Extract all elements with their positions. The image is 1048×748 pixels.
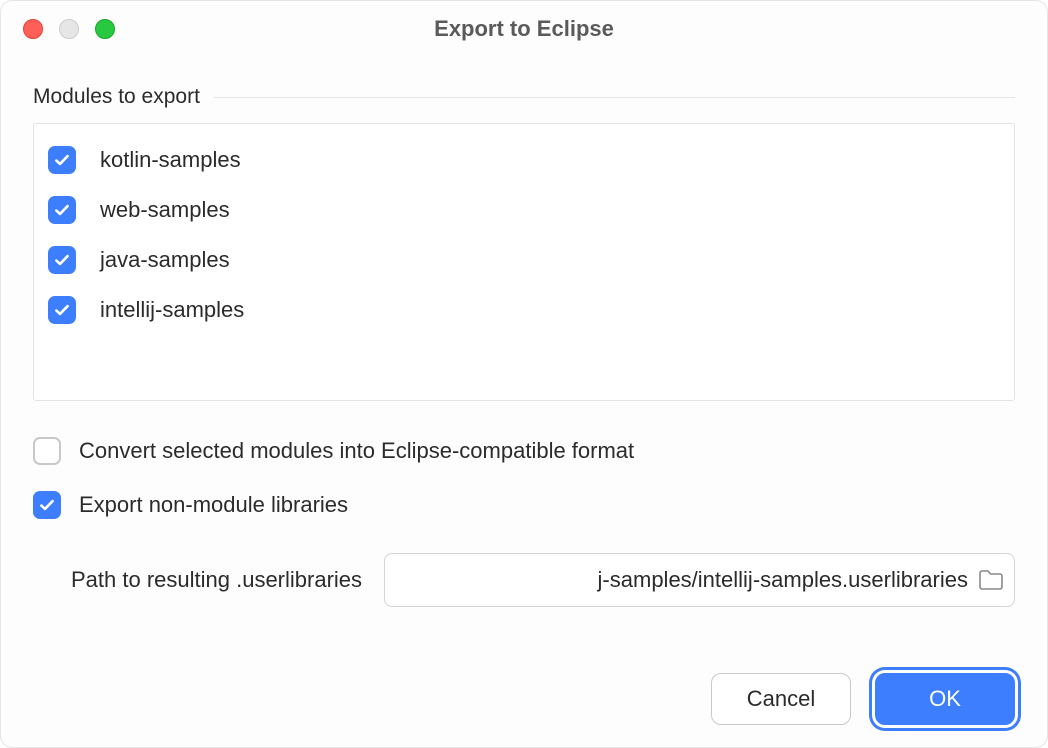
section-divider (214, 97, 1015, 98)
convert-checkbox[interactable] (33, 437, 61, 465)
module-label: java-samples (100, 247, 230, 273)
module-checkbox[interactable] (48, 296, 76, 324)
module-item[interactable]: web-samples (48, 190, 1000, 240)
path-row: Path to resulting .userlibraries (33, 553, 1015, 607)
check-icon (53, 151, 71, 169)
check-icon (53, 301, 71, 319)
path-input-wrap (384, 553, 1015, 607)
module-item[interactable]: java-samples (48, 240, 1000, 290)
cancel-button[interactable]: Cancel (711, 673, 851, 725)
module-item[interactable]: intellij-samples (48, 290, 1000, 340)
export-non-module-label: Export non-module libraries (79, 492, 348, 518)
option-export-non-module[interactable]: Export non-module libraries (33, 491, 1015, 519)
window-minimize-button[interactable] (59, 19, 79, 39)
window-controls (23, 19, 115, 39)
path-label: Path to resulting .userlibraries (71, 567, 362, 593)
check-icon (53, 251, 71, 269)
browse-folder-icon[interactable] (978, 569, 1004, 591)
ok-button[interactable]: OK (875, 673, 1015, 725)
modules-list: kotlin-samples web-samples java-samples … (33, 123, 1015, 401)
module-checkbox[interactable] (48, 196, 76, 224)
module-label: kotlin-samples (100, 147, 241, 173)
module-label: web-samples (100, 197, 230, 223)
convert-label: Convert selected modules into Eclipse-co… (79, 438, 634, 464)
module-checkbox[interactable] (48, 246, 76, 274)
section-label: Modules to export (33, 85, 200, 109)
section-header: Modules to export (33, 85, 1015, 109)
option-convert[interactable]: Convert selected modules into Eclipse-co… (33, 437, 1015, 465)
window-close-button[interactable] (23, 19, 43, 39)
path-input[interactable] (403, 567, 968, 593)
check-icon (53, 201, 71, 219)
export-non-module-checkbox[interactable] (33, 491, 61, 519)
module-label: intellij-samples (100, 297, 244, 323)
window-maximize-button[interactable] (95, 19, 115, 39)
titlebar: Export to Eclipse (1, 1, 1047, 57)
module-checkbox[interactable] (48, 146, 76, 174)
button-row: Cancel OK (33, 653, 1015, 725)
dialog-window: Export to Eclipse Modules to export kotl… (0, 0, 1048, 748)
dialog-content: Modules to export kotlin-samples web-sam… (1, 57, 1047, 747)
module-item[interactable]: kotlin-samples (48, 140, 1000, 190)
check-icon (38, 496, 56, 514)
dialog-title: Export to Eclipse (1, 16, 1047, 42)
